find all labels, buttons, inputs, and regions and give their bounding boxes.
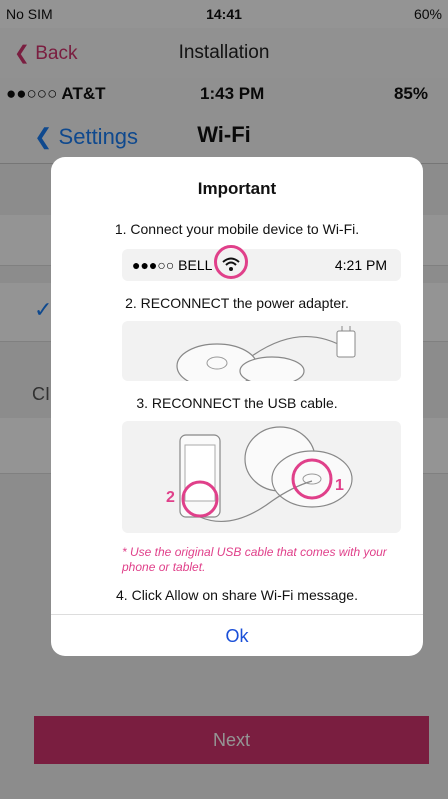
marker-2: 2 [166,489,175,506]
preview-carrier: ●●●○○ BELL [132,257,213,273]
preview-time: 4:21 PM [334,257,387,273]
step-2-text: 2. RECONNECT the power adapter. [125,295,349,311]
step-3-text: 3. RECONNECT the USB cable. [136,395,338,411]
usb-cable-illustration: 2 1 [122,421,401,533]
dialog-title: Important [197,179,277,198]
usb-connection-icon [179,426,353,523]
wifi-icon [222,257,240,271]
ok-button[interactable]: Ok [51,614,423,656]
power-adapter-illustration [122,321,401,389]
step-1-text: 1. Connect your mobile device to Wi-Fi. [114,221,360,237]
important-dialog: Important 1. Connect your mobile device … [51,157,423,656]
step-4-text: 4. Click Allow on share Wi-Fi message. [116,587,358,603]
marker-1: 1 [335,477,344,494]
wifi-status-preview: ●●●○○ BELL 4:21 PM [122,245,401,281]
power-adapter-icon [176,326,356,389]
usb-cable-note: * Use the original USB cable that comes … [122,545,387,574]
